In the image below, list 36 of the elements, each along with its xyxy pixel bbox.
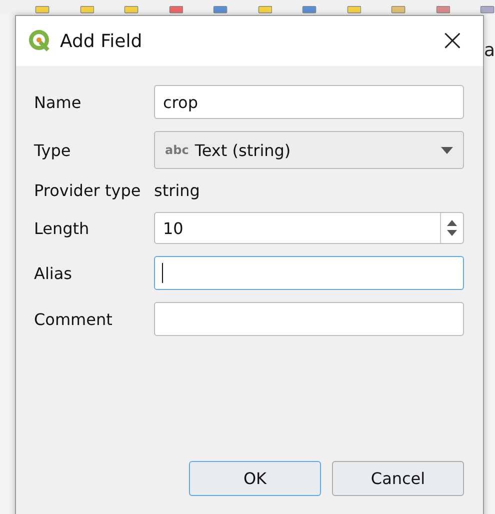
toolbar-icon[interactable]: [346, 5, 362, 15]
text-field[interactable]: [154, 256, 464, 290]
toolbar-icon[interactable]: [168, 5, 184, 15]
spin-value: 10: [162, 218, 184, 238]
dropdown-arrow-icon: [441, 146, 453, 154]
provider-type-value: string: [154, 181, 201, 200]
toolbar-icon[interactable]: [480, 5, 495, 15]
toolbar-icon[interactable]: [35, 5, 50, 15]
ok-button[interactable]: OK: [189, 461, 321, 496]
background-text: a: [484, 40, 495, 61]
type-prefix: abc: [165, 143, 189, 157]
close-button[interactable]: ×: [436, 26, 469, 56]
app-logo-icon: [28, 29, 52, 53]
toolbar-icon[interactable]: [391, 5, 406, 15]
type-dropdown[interactable]: abc Text (string): [154, 131, 464, 169]
dropdown-value: Text (string): [194, 140, 292, 160]
toolbar-icon[interactable]: [258, 5, 272, 15]
text-field[interactable]: [154, 302, 464, 336]
text-field[interactable]: crop: [154, 85, 464, 119]
field-value: crop: [162, 92, 198, 112]
field-label: Type: [34, 140, 72, 160]
spin-arrows-icon[interactable]: [447, 219, 457, 237]
window-title: Add Field: [60, 30, 144, 52]
field-label: Length: [34, 218, 90, 238]
text-caret: [162, 263, 163, 283]
spin-field[interactable]: 10: [154, 212, 464, 244]
field-label: Alias: [34, 264, 73, 282]
toolbar-icon[interactable]: [124, 5, 139, 15]
field-label: Provider type: [34, 181, 142, 200]
cancel-button[interactable]: Cancel: [332, 461, 464, 496]
toolbar-icon[interactable]: [80, 5, 94, 15]
toolbar-icon[interactable]: [302, 5, 317, 15]
field-label: Name: [34, 92, 82, 112]
field-label: Comment: [34, 310, 114, 328]
toolbar-icon[interactable]: [436, 5, 450, 15]
toolbar-icon[interactable]: [213, 5, 228, 15]
